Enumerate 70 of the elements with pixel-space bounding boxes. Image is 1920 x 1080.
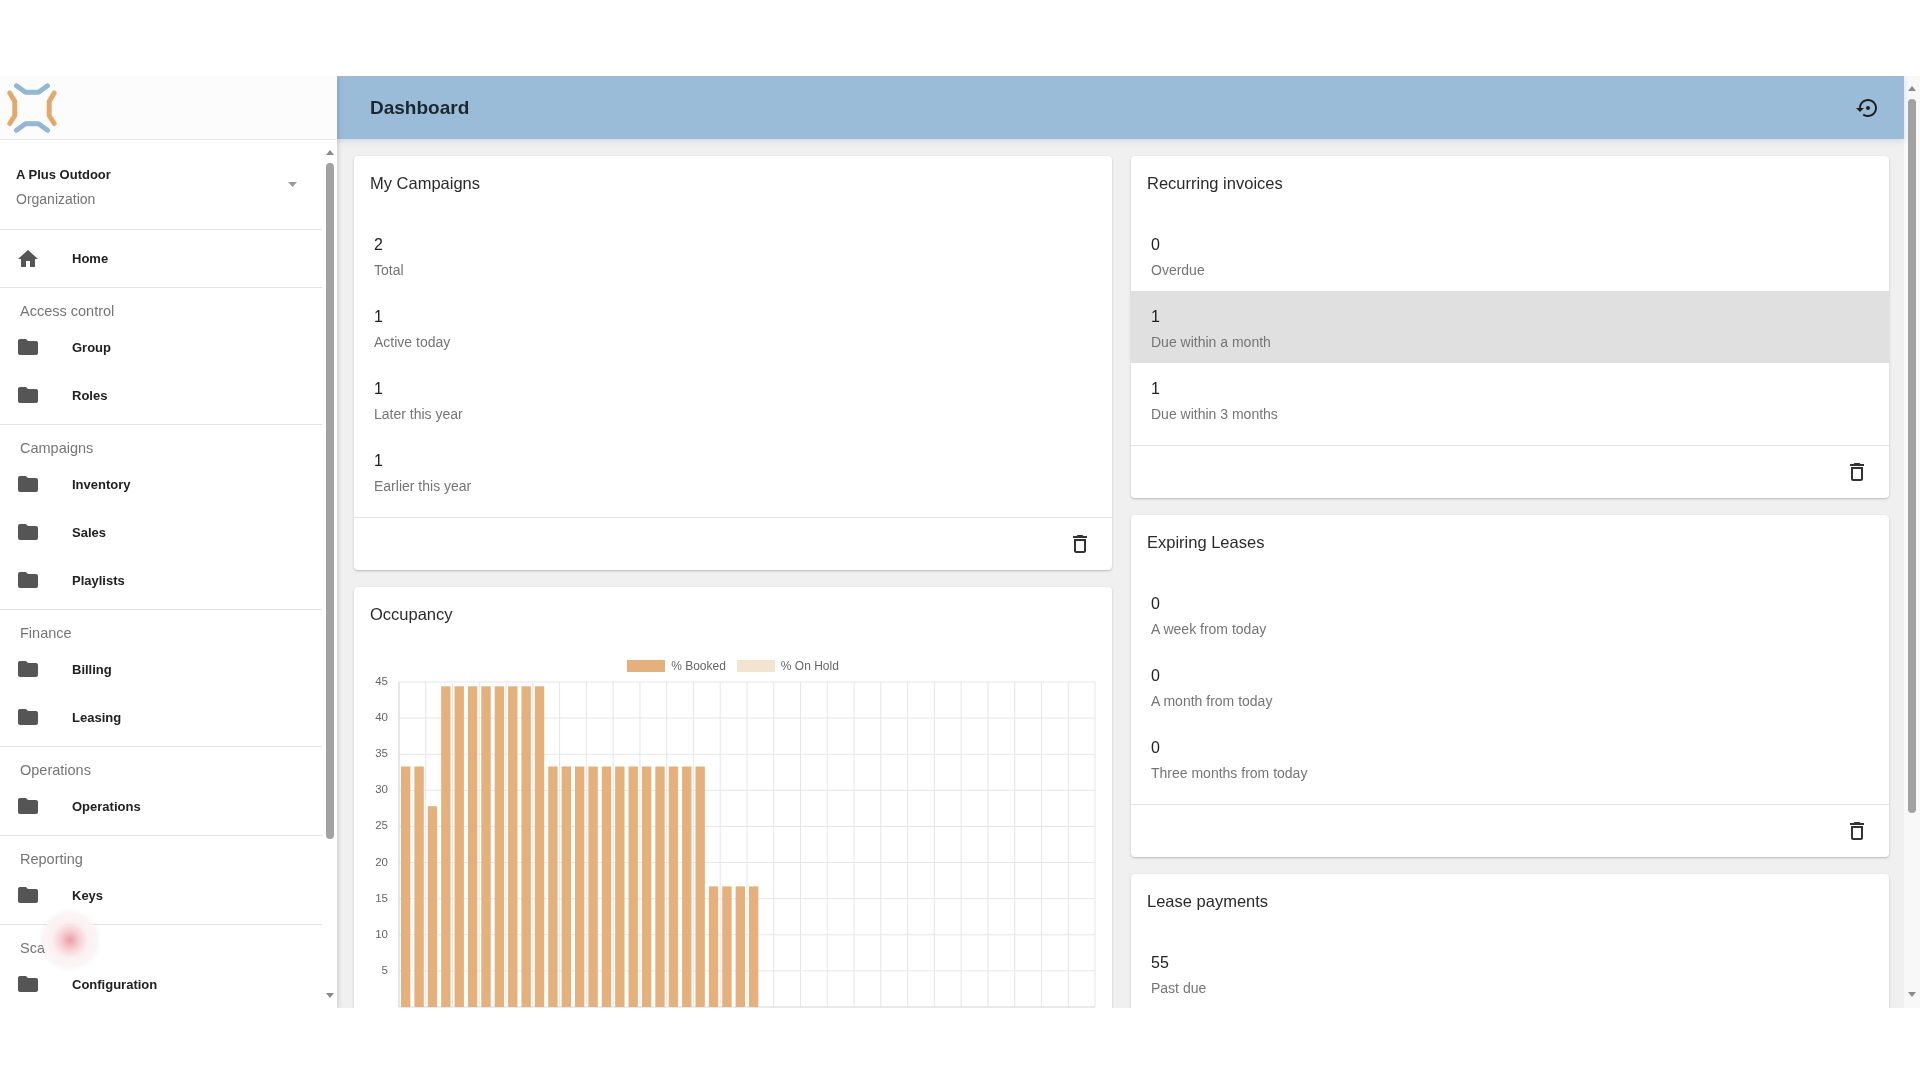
nav-item[interactable]: Keys bbox=[0, 871, 322, 919]
folder-icon bbox=[18, 709, 38, 725]
legend-label: % On Hold bbox=[780, 659, 839, 673]
organization-type: Organization bbox=[16, 190, 96, 208]
axis-tick-label: 35 bbox=[375, 747, 388, 760]
stat-row[interactable]: 2 Total bbox=[354, 219, 1112, 291]
folder-icon bbox=[18, 798, 38, 814]
section-header: Access control bbox=[20, 302, 115, 321]
nav-item[interactable]: Leasing bbox=[0, 693, 322, 741]
nav-item[interactable]: Billing bbox=[0, 645, 322, 693]
nav-item[interactable]: Inventory bbox=[0, 460, 322, 508]
stat-row[interactable]: 1 Later this year bbox=[354, 363, 1112, 435]
trash-icon[interactable] bbox=[1850, 822, 1864, 840]
logo bbox=[7, 82, 57, 133]
card-title: Lease payments bbox=[1147, 891, 1269, 912]
folder-icon bbox=[18, 524, 38, 540]
folder-icon bbox=[18, 887, 38, 903]
page-title: Dashboard bbox=[370, 95, 470, 120]
stat-row[interactable]: 55 Past due bbox=[1131, 937, 1889, 1008]
axis-tick-label: 45 bbox=[375, 676, 388, 688]
card-title: My Campaigns bbox=[370, 173, 481, 194]
trash-icon[interactable] bbox=[1850, 463, 1864, 481]
folder-icon bbox=[18, 387, 38, 403]
section-header: Sca bbox=[20, 939, 45, 958]
scrollbar-thumb[interactable] bbox=[325, 163, 334, 839]
scroll-up-arrow-icon[interactable] bbox=[325, 150, 334, 155]
card-title: Recurring invoices bbox=[1147, 173, 1283, 194]
stat-row[interactable]: 1 Due within a month bbox=[1131, 291, 1889, 363]
section-header: Finance bbox=[20, 624, 72, 643]
home-icon bbox=[18, 249, 38, 267]
section-header: Reporting bbox=[20, 850, 83, 869]
stat-row[interactable]: 0 Three months from today bbox=[1131, 722, 1889, 794]
trash-icon[interactable] bbox=[1073, 535, 1087, 553]
scrollbar-thumb[interactable] bbox=[1908, 99, 1916, 813]
scroll-up-arrow-icon[interactable] bbox=[1908, 86, 1916, 91]
nav-item[interactable]: Sales bbox=[0, 508, 322, 556]
section-header: Operations bbox=[20, 761, 91, 780]
axis-tick-label: 5 bbox=[381, 963, 388, 976]
axis-tick-label: 30 bbox=[375, 783, 388, 796]
folder-icon bbox=[18, 476, 38, 492]
legend-label: % Booked bbox=[671, 659, 726, 673]
card-title: Occupancy bbox=[370, 604, 453, 625]
stat-row[interactable]: 1 Due within 3 months bbox=[1131, 363, 1889, 435]
folder-icon bbox=[18, 661, 38, 677]
nav-item[interactable]: Operations bbox=[0, 782, 322, 830]
axis-tick-label: 10 bbox=[375, 927, 388, 940]
scroll-down-arrow-icon[interactable] bbox=[1908, 992, 1916, 997]
folder-icon bbox=[18, 572, 38, 588]
card-title: Expiring Leases bbox=[1147, 532, 1265, 553]
stat-row[interactable]: 0 A week from today bbox=[1131, 578, 1889, 650]
counterclockwise-arrow-icon[interactable] bbox=[1856, 98, 1877, 117]
axis-tick-label: 25 bbox=[375, 819, 388, 832]
nav-item[interactable]: Roles bbox=[0, 371, 322, 419]
stat-row[interactable]: 0 Overdue bbox=[1131, 219, 1889, 291]
organization-name: A Plus Outdoor bbox=[16, 166, 111, 184]
nav-item[interactable]: Home bbox=[0, 230, 322, 286]
nav-item[interactable]: Playlists bbox=[0, 556, 322, 604]
folder-icon bbox=[18, 339, 38, 355]
section-header: Campaigns bbox=[20, 439, 94, 458]
dropdown-caret-icon[interactable] bbox=[288, 182, 297, 187]
folder-icon bbox=[18, 976, 38, 992]
stat-row[interactable]: 0 A month from today bbox=[1131, 650, 1889, 722]
nav-item[interactable]: Group bbox=[0, 323, 322, 371]
axis-tick-label: 40 bbox=[375, 711, 388, 724]
scroll-down-arrow-icon[interactable] bbox=[325, 993, 334, 998]
axis-tick-label: 15 bbox=[375, 891, 388, 904]
stat-row[interactable]: 1 Active today bbox=[354, 291, 1112, 363]
nav-item[interactable]: Configuration bbox=[0, 960, 322, 1008]
axis-tick-label: 20 bbox=[375, 855, 388, 868]
stat-row[interactable]: 1 Earlier this year bbox=[354, 435, 1112, 507]
